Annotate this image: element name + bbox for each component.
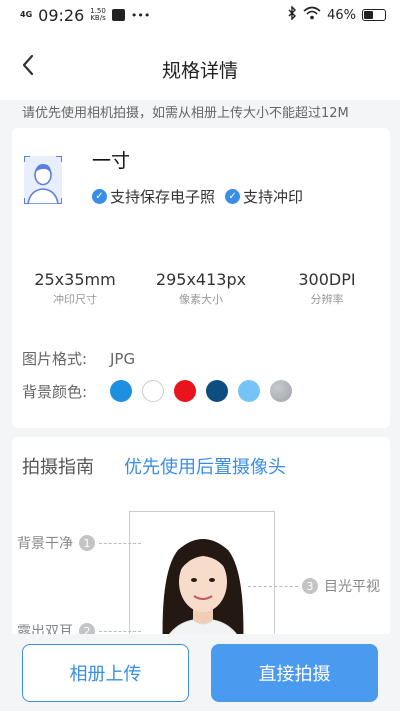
battery-icon — [362, 9, 386, 21]
stat-pixel-size: 295x413px 像素大小 — [155, 270, 247, 306]
callout-eye-level: 3 目光平视 — [248, 576, 380, 596]
nav-bar: 规格详情 — [0, 30, 400, 100]
format-row: 图片格式: JPG — [22, 348, 135, 369]
message-icon — [111, 9, 125, 21]
sample-portrait — [129, 511, 275, 637]
guide-card: 拍摄指南 优先使用后置摄像头 背景干净 1 3 目光平视 露出双耳 2 — [12, 437, 390, 637]
callout-number: 1 — [79, 535, 95, 551]
color-swatch[interactable] — [206, 380, 228, 402]
more-notifications-icon: ••• — [130, 8, 151, 22]
spec-card: 一寸 ✓ 支持保存电子照 ✓ 支持冲印 25x35mm 冲印尺寸 295x413… — [12, 128, 390, 428]
dashed-line — [99, 630, 141, 632]
color-swatch[interactable] — [270, 380, 292, 402]
status-bar: 4G 09:26 1.50 KB/s ••• 46% — [0, 0, 400, 30]
page-title: 规格详情 — [161, 60, 238, 82]
tag-print: ✓ 支持冲印 — [225, 186, 303, 207]
stat-print-size: 25x35mm 冲印尺寸 — [34, 270, 116, 306]
spec-stats: 25x35mm 冲印尺寸 295x413px 像素大小 300DPI 分辨率 — [12, 270, 390, 307]
album-upload-button[interactable]: 相册上传 — [22, 644, 189, 702]
spec-tags: ✓ 支持保存电子照 ✓ 支持冲印 — [92, 186, 303, 207]
bluetooth-icon — [287, 5, 297, 24]
format-value: JPG — [110, 349, 136, 368]
check-circle-icon: ✓ — [92, 189, 107, 204]
network-speed: 1.50 KB/s — [90, 7, 106, 22]
dashed-line — [248, 585, 298, 587]
check-circle-icon: ✓ — [225, 189, 241, 204]
dashed-line — [99, 542, 141, 544]
guide-hint: 优先使用后置摄像头 — [124, 457, 286, 478]
tag-electronic: ✓ 支持保存电子照 — [92, 186, 215, 207]
battery-percent: 46% — [327, 7, 356, 23]
signal-indicator: 4G — [20, 10, 33, 19]
color-swatch[interactable] — [174, 380, 196, 402]
callout-clean-background: 背景干净 1 — [17, 533, 141, 553]
spec-name: 一寸 — [92, 150, 131, 172]
upload-notice: 请优先使用相机拍摄，如需从相册上传大小不能超过12M — [0, 100, 400, 128]
bottom-action-bar: 相册上传 直接拍摄 — [0, 634, 400, 711]
battery-fill — [364, 11, 373, 19]
format-label: 图片格式: — [22, 350, 88, 368]
color-swatch[interactable] — [142, 380, 164, 402]
wifi-icon — [303, 6, 321, 24]
clock: 09:26 — [38, 5, 85, 25]
guide-title: 拍摄指南 — [22, 457, 94, 478]
background-color-label: 背景颜色: — [22, 382, 88, 401]
take-photo-button[interactable]: 直接拍摄 — [211, 644, 378, 702]
color-swatch[interactable] — [110, 380, 132, 402]
stat-resolution: 300DPI 分辨率 — [298, 270, 356, 306]
person-avatar-icon — [23, 155, 63, 205]
callout-number: 3 — [302, 578, 318, 594]
color-swatches — [110, 380, 292, 402]
color-swatch[interactable] — [238, 380, 260, 402]
background-color-row: 背景颜色: — [22, 380, 292, 402]
